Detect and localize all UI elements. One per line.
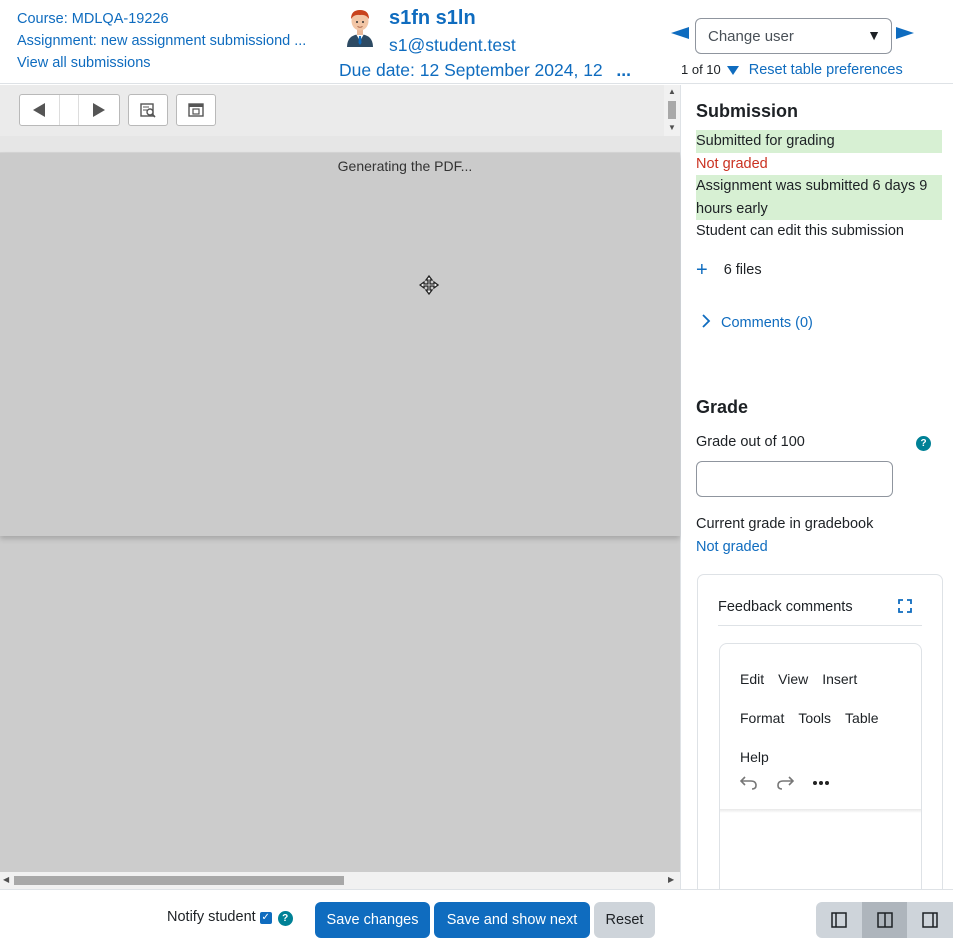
reset-table-preferences-link[interactable]: Reset table preferences xyxy=(749,62,903,78)
next-page-button[interactable] xyxy=(79,95,119,125)
expand-view-button[interactable] xyxy=(177,95,215,125)
pdf-status-text: Generating the PDF... xyxy=(337,158,473,174)
collapse-review-panel-button[interactable] xyxy=(907,902,953,938)
status-grading: Not graded xyxy=(696,155,768,172)
comments-link[interactable]: Comments (0) xyxy=(721,315,813,331)
layout-collapse-review-icon xyxy=(922,912,938,928)
next-user-icon[interactable] xyxy=(896,27,914,39)
page-nav-group xyxy=(19,94,120,126)
course-link[interactable]: Course: MDLQA-19226 xyxy=(17,8,317,30)
rich-text-editor: Edit View Insert Format Tools Table Help xyxy=(719,643,922,889)
status-time: Assignment was submitted 6 days 9 hours … xyxy=(696,175,942,220)
gradebook-label: Current grade in gradebook xyxy=(696,516,874,532)
user-name-link[interactable]: s1fn s1ln xyxy=(389,7,476,30)
submission-heading: Submission xyxy=(696,101,799,121)
undo-icon[interactable] xyxy=(739,774,758,790)
assignment-link[interactable]: Assignment: new assignment submissiond .… xyxy=(17,30,317,52)
collapse-grade-panel-button[interactable] xyxy=(816,902,862,938)
search-comments-button[interactable] xyxy=(129,95,167,125)
grade-label: Grade out of 100 xyxy=(696,434,805,450)
feedback-comments-card: Feedback comments Edit View Insert Format To… xyxy=(697,574,943,889)
viewer-strip xyxy=(0,136,680,153)
feedback-comments-label: Feedback comments xyxy=(718,599,853,615)
user-counter: 1 of 10 xyxy=(681,62,721,77)
change-user-select[interactable]: Change user ▼ xyxy=(695,18,892,54)
layout-switcher xyxy=(816,902,953,938)
layout-default-icon xyxy=(876,912,893,928)
files-toggle[interactable]: +6 files xyxy=(696,259,762,282)
horizontal-scroll-thumb[interactable] xyxy=(14,876,344,885)
menu-table[interactable]: Table xyxy=(845,699,878,738)
default-layout-button[interactable] xyxy=(861,902,908,938)
comments-toggle[interactable]: Comments (0) xyxy=(701,314,813,331)
scroll-thumb[interactable] xyxy=(668,101,676,119)
window-icon xyxy=(188,103,204,117)
help-icon[interactable]: ? xyxy=(916,436,931,451)
grader-footer: Notify student ✓? Save changes Save and s… xyxy=(0,889,953,942)
menu-tools[interactable]: Tools xyxy=(798,699,831,738)
menu-edit[interactable]: Edit xyxy=(740,660,764,699)
course-info: Course: MDLQA-19226 Assignment: new assi… xyxy=(17,8,317,74)
notify-student: Notify student ✓? xyxy=(167,909,293,926)
status-editable: Student can edit this submission xyxy=(696,223,904,239)
change-user-placeholder: Change user xyxy=(708,28,794,45)
grader-header: Course: MDLQA-19226 Assignment: new assi… xyxy=(0,0,953,84)
menu-format[interactable]: Format xyxy=(740,699,784,738)
due-date-text: Due date: 12 September 2024, 12 xyxy=(339,60,603,80)
search-comments-group xyxy=(128,94,168,126)
page-select[interactable] xyxy=(60,95,80,125)
menu-help[interactable]: Help xyxy=(740,738,769,777)
due-date-ellipsis: ... xyxy=(614,60,631,81)
move-icon xyxy=(419,275,439,295)
user-email: s1@student.test xyxy=(389,35,516,55)
files-count: 6 files xyxy=(723,262,762,278)
layout-collapse-grade-icon xyxy=(831,912,847,928)
triangle-right-icon xyxy=(93,103,106,117)
scroll-up-icon[interactable]: ▲ xyxy=(668,87,676,96)
scroll-left-icon[interactable]: ◀ xyxy=(3,875,9,884)
pdf-viewer: ▲ ▼ Generating the PDF... ◀ ▶ xyxy=(0,85,681,889)
expand-icon[interactable] xyxy=(898,599,912,613)
filter-icon[interactable] xyxy=(726,66,739,75)
viewer-toolbar xyxy=(0,85,664,136)
scroll-down-icon[interactable]: ▼ xyxy=(668,123,676,132)
previous-page-button[interactable] xyxy=(20,95,60,125)
toolbar-vertical-scrollbar[interactable]: ▲ ▼ xyxy=(664,85,680,136)
due-date: Due date: 12 September 2024, 12 ... xyxy=(339,60,631,81)
scroll-right-icon[interactable]: ▶ xyxy=(668,875,674,884)
search-comments-icon xyxy=(140,103,156,118)
grading-panel: Submission Submitted for grading Not gra… xyxy=(681,85,953,889)
editor-toolbar xyxy=(739,774,830,795)
more-icon[interactable] xyxy=(812,774,830,790)
chevron-right-icon[interactable] xyxy=(701,314,711,328)
prev-user-icon[interactable] xyxy=(671,27,689,39)
gradebook-value-link[interactable]: Not graded xyxy=(696,539,768,555)
save-changes-button[interactable]: Save changes xyxy=(315,902,430,938)
expand-view-group xyxy=(176,94,216,126)
menu-view[interactable]: View xyxy=(778,660,808,699)
caret-down-icon: ▼ xyxy=(867,27,881,43)
avatar xyxy=(347,10,373,47)
menu-insert[interactable]: Insert xyxy=(822,660,857,699)
user-counter-row: 1 of 10 Reset table preferences xyxy=(681,62,903,78)
redo-icon[interactable] xyxy=(776,774,795,790)
reset-button[interactable]: Reset xyxy=(594,902,655,938)
plus-icon[interactable]: + xyxy=(696,259,708,281)
notify-student-label: Notify student xyxy=(167,909,256,925)
status-submitted: Submitted for grading xyxy=(696,130,942,153)
pdf-page-area[interactable]: Generating the PDF... xyxy=(0,153,680,536)
viewer-horizontal-scrollbar[interactable]: ◀ ▶ xyxy=(0,872,680,889)
grade-heading: Grade xyxy=(696,397,749,417)
triangle-left-icon xyxy=(33,103,46,117)
notify-help-icon[interactable]: ? xyxy=(277,911,293,926)
save-and-show-next-button[interactable]: Save and show next xyxy=(434,902,590,938)
submission-status: Submitted for grading Not graded Assignm… xyxy=(696,130,942,243)
view-all-submissions-link[interactable]: View all submissions xyxy=(17,52,317,74)
notify-student-checkbox[interactable]: ✓ xyxy=(259,912,272,924)
editor-toolbar-shadow xyxy=(720,809,921,813)
grade-input[interactable] xyxy=(696,461,893,497)
editor-divider xyxy=(718,625,922,626)
editor-menubar: Edit View Insert Format Tools Table Help xyxy=(740,660,910,777)
